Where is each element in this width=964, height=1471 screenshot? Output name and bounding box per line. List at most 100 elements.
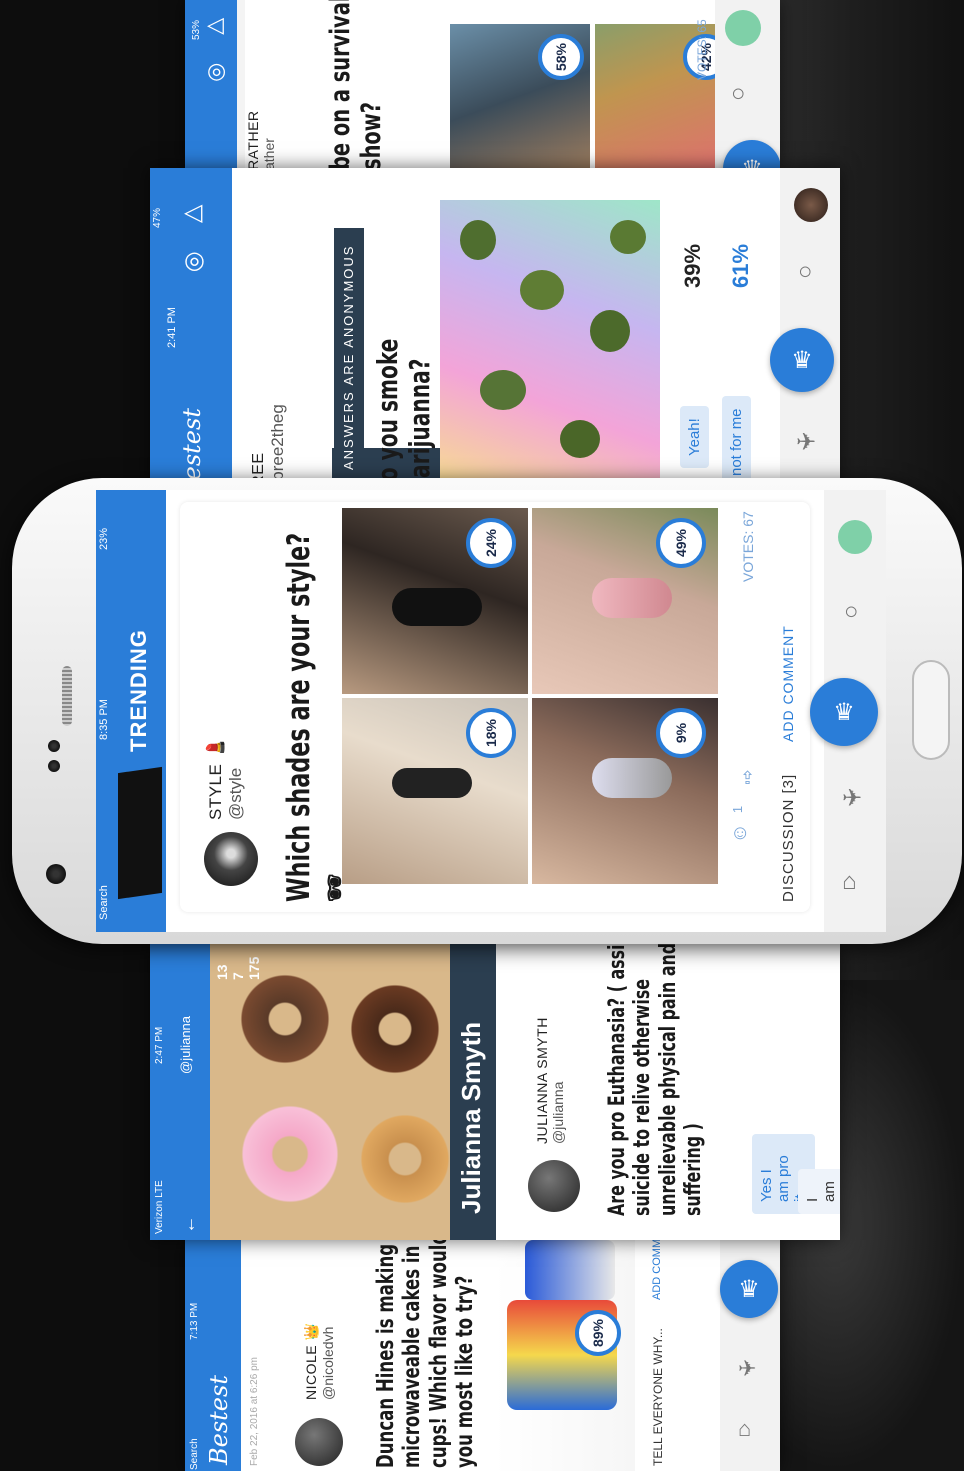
percent-option-1: 39% — [680, 243, 705, 288]
promo-composite: 53% ◁ ◎ RATHER ather be on a survival sh… — [0, 0, 964, 1471]
user-handle: ather — [261, 138, 277, 168]
percent-badge: 49% — [656, 518, 706, 568]
user-name: BREE — [250, 452, 267, 498]
status-time: 8:35 PM — [98, 699, 110, 740]
sensor — [48, 760, 60, 772]
home-crown-button[interactable]: ♛ — [770, 328, 834, 392]
option-image-4[interactable]: 49% — [532, 508, 718, 694]
stat-2: 7 — [230, 972, 246, 980]
tabbar: ⌂ ✈ ♛ — [720, 1240, 780, 1471]
screen-duncan: Search 7:13 PM Bestest Feb 22, 2016 at 6… — [185, 1240, 780, 1471]
front-camera — [46, 864, 66, 884]
rocket-icon[interactable]: ✈ — [842, 784, 862, 813]
votes-count: VOTES: 65 — [695, 19, 709, 80]
home-icon[interactable]: ⌂ — [842, 868, 857, 896]
question-text: Duncan Hines is making microwaveable cak… — [373, 1240, 479, 1468]
status-time: 2:41 PM — [166, 307, 178, 348]
user-name: JULIANNA SMYTH — [534, 1017, 550, 1144]
search-icon[interactable]: ○ — [731, 80, 746, 108]
appbar: 2:41 PM 47% ◁ ◎ Bestest — [150, 168, 232, 498]
stat-1: 175 — [246, 956, 262, 980]
battery-text: 47% — [152, 207, 163, 228]
option-image-1[interactable]: 58% — [450, 24, 590, 168]
status-time: 7:13 PM — [189, 1302, 200, 1340]
percent-badge: 89% — [575, 1310, 621, 1356]
option-not-for-me[interactable]: not for me — [722, 396, 751, 488]
home-crown-button[interactable]: ♛ — [723, 140, 780, 168]
target-icon[interactable]: ◎ — [184, 246, 205, 275]
tell-everyone[interactable]: TELL EVERYONE WHY... — [651, 1328, 665, 1466]
add-comment-link[interactable]: ADD COMMENT — [651, 1240, 663, 1300]
profile-cover: 175 7 13 — [210, 944, 460, 1240]
trending-ribbon — [118, 766, 162, 900]
avatar[interactable] — [794, 188, 828, 222]
home-crown-button[interactable]: ♛ — [810, 678, 878, 746]
sensor — [48, 740, 60, 752]
screen-survival: 53% ◁ ◎ RATHER ather be on a survival sh… — [185, 0, 780, 168]
profile-handle-title: @julianna — [178, 1015, 193, 1074]
share-icon[interactable]: ⇪ — [740, 768, 755, 789]
add-comment-link[interactable]: ADD COMMENT — [780, 625, 796, 742]
avatar[interactable] — [838, 520, 872, 554]
option-grid: 18% 24% 9% 49% — [342, 508, 718, 884]
battery-text: 53% — [191, 19, 202, 40]
votes-count: VOTES: 67 — [740, 511, 756, 582]
user-handle: @nicoledvh — [320, 1326, 336, 1400]
megaphone-icon[interactable]: ◁ — [184, 198, 202, 227]
avatar[interactable] — [725, 10, 761, 46]
avatar[interactable] — [295, 1418, 343, 1466]
product-images[interactable]: 89% — [495, 1240, 635, 1471]
avatar[interactable] — [204, 832, 258, 886]
percent-badge: 24% — [466, 518, 516, 568]
user-name: RATHER — [245, 110, 261, 168]
user-handle: @style — [226, 767, 245, 820]
rocket-icon[interactable]: ✈ — [796, 428, 816, 457]
option-image-2[interactable]: 24% — [342, 508, 528, 694]
user-handle: @bree2theg — [268, 404, 287, 498]
home-icon[interactable]: ⌂ — [738, 1416, 751, 1442]
screen-profile: Verizon LTE 2:47 PM ← @julianna 175 7 13… — [150, 944, 840, 1240]
back-arrow-icon[interactable]: ← — [179, 1216, 200, 1234]
profile-name-bar: Julianna Smyth — [450, 944, 496, 1240]
option-image-3[interactable]: 9% — [532, 698, 718, 884]
question-text: be on a survival show? — [325, 0, 388, 168]
search-icon[interactable]: ○ — [798, 258, 813, 286]
percent-badge: 58% — [538, 34, 584, 80]
avatar[interactable] — [528, 1160, 580, 1212]
status-carrier: Verizon LTE — [154, 1180, 165, 1234]
appbar: 53% ◁ ◎ — [185, 0, 237, 168]
option-image-1[interactable]: 18% — [342, 698, 528, 884]
rocket-icon[interactable]: ✈ — [738, 1356, 756, 1382]
option-yeah[interactable]: Yeah! — [680, 406, 709, 468]
appbar: Search 8:35 PM 23% TRENDING — [96, 490, 166, 932]
trending-label: TRENDING — [126, 629, 151, 752]
speaker-grille — [62, 666, 72, 726]
stat-3: 13 — [214, 964, 230, 980]
status-carrier: Search — [189, 1438, 200, 1470]
phone-frame: Search 8:35 PM 23% TRENDING STYLE 💄 @sty… — [12, 478, 962, 944]
discussion-link[interactable]: DISCUSSION [3] — [780, 774, 797, 902]
user-name: NICOLE 👑 — [303, 1322, 319, 1400]
post-date: Feb 22, 2016 at 6:26 pm — [249, 1357, 260, 1466]
status-carrier: Search — [98, 885, 110, 920]
poll-image[interactable] — [440, 200, 660, 498]
screen-marijuana: 2:41 PM 47% ◁ ◎ Bestest BREE @bree2theg … — [150, 168, 840, 498]
percent-badge: 18% — [466, 708, 516, 758]
phone-screen: Search 8:35 PM 23% TRENDING STYLE 💄 @sty… — [96, 490, 886, 932]
user-name: STYLE 💄 — [206, 736, 225, 820]
percent-badge: 9% — [656, 708, 706, 758]
profile-name: Julianna Smyth — [456, 1021, 486, 1214]
home-button[interactable] — [912, 660, 950, 760]
option-no[interactable]: I am not for it — [798, 1169, 840, 1214]
percent-option-2: 61% — [728, 243, 753, 288]
megaphone-icon[interactable]: ◁ — [207, 12, 224, 38]
tabbar: ○ ♛ ✈ ⌂ — [810, 490, 886, 932]
search-icon[interactable]: ○ — [844, 598, 859, 626]
status-time: 2:47 PM — [154, 1026, 165, 1064]
home-crown-button[interactable]: ♛ — [720, 1260, 778, 1318]
like-icon[interactable]: ☺ — [730, 822, 750, 845]
target-icon[interactable]: ◎ — [207, 58, 226, 84]
appbar: Verizon LTE 2:47 PM ← @julianna — [150, 944, 210, 1240]
anonymous-banner: ANSWERS ARE ANONYMOUS — [334, 228, 364, 478]
tabbar: ○ ♛ ✈ — [770, 168, 840, 498]
